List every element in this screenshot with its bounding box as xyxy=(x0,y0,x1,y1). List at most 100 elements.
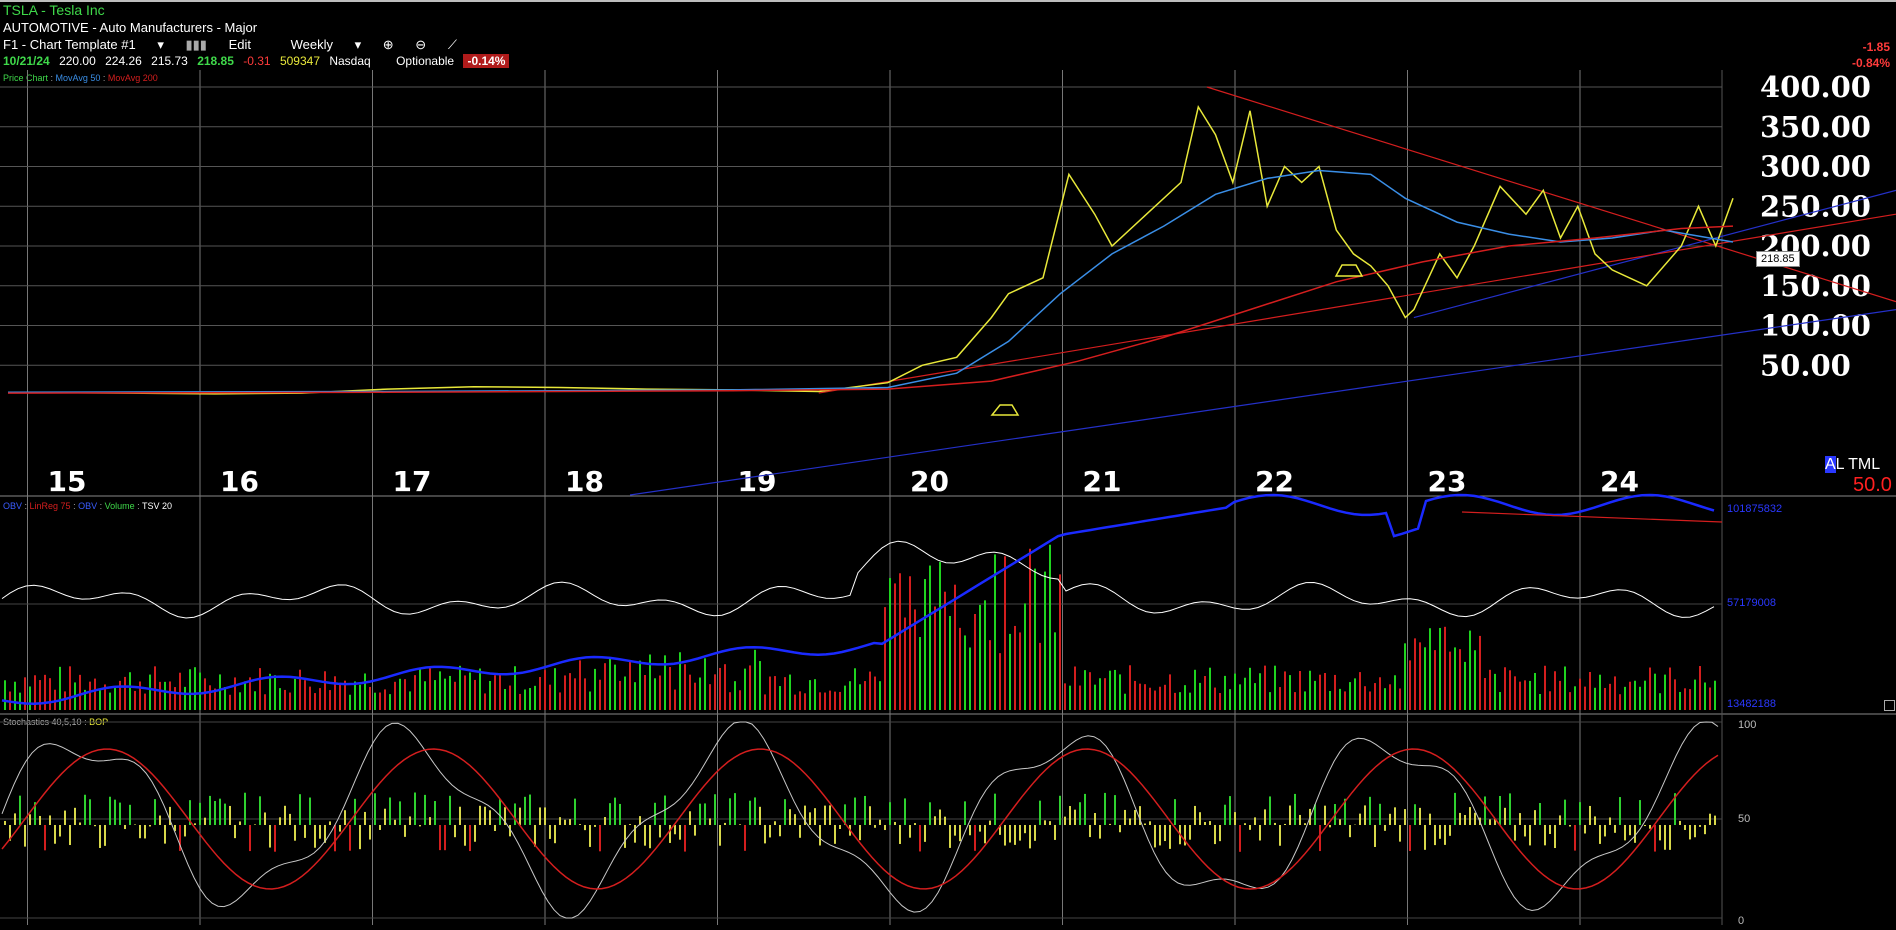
volume-bar xyxy=(1674,679,1676,710)
volume-bar xyxy=(414,675,416,710)
volume-bar xyxy=(409,691,411,710)
volume-bar xyxy=(1454,647,1456,710)
bop-bar xyxy=(449,795,451,825)
bop-bar xyxy=(154,799,156,825)
volume-bar xyxy=(1544,665,1546,710)
volume-bar xyxy=(64,691,66,710)
bop-bar xyxy=(764,825,766,844)
bop-bar xyxy=(889,802,891,825)
bop-bar xyxy=(684,825,686,852)
volume-bar xyxy=(1134,680,1136,710)
volume-bar xyxy=(974,613,976,710)
volume-bar xyxy=(634,682,636,710)
y-tick-label: 150.00 xyxy=(1760,269,1871,303)
x-tick-label: 19 xyxy=(738,465,777,498)
bop-bar xyxy=(609,803,611,825)
volume-bar xyxy=(1259,673,1261,710)
volume-bar xyxy=(474,679,476,710)
volume-bar xyxy=(714,674,716,710)
volume-bar xyxy=(1619,694,1621,710)
bop-bar xyxy=(1464,815,1466,825)
volume-bar xyxy=(1254,683,1256,710)
bop-bar xyxy=(669,825,671,843)
volume-bar xyxy=(1709,687,1711,710)
volume-bar xyxy=(719,667,721,710)
bop-bar xyxy=(149,825,151,827)
bop-bar xyxy=(814,808,816,825)
bop-bar xyxy=(389,797,391,825)
volume-bar xyxy=(724,664,726,710)
volume-bar xyxy=(44,674,46,710)
bop-bar xyxy=(159,815,161,825)
volume-bar xyxy=(1034,568,1036,710)
volume-bar xyxy=(1344,691,1346,710)
volume-bar xyxy=(1284,671,1286,710)
x-tick-label: 21 xyxy=(1083,465,1122,498)
bop-bar xyxy=(744,825,746,851)
volume-bar xyxy=(594,668,596,710)
bop-bar xyxy=(1104,792,1106,825)
bop-bar xyxy=(909,825,911,838)
volume-bar xyxy=(1309,670,1311,710)
volume-bar xyxy=(1274,665,1276,710)
volume-bar xyxy=(1199,682,1201,710)
volume-bar xyxy=(1089,672,1091,710)
bop-bar xyxy=(614,797,616,825)
volume-bar xyxy=(384,689,386,710)
volume-bar xyxy=(624,676,626,710)
volume-bar xyxy=(199,672,201,710)
volume-bar xyxy=(179,672,181,710)
volume-bar xyxy=(1129,665,1131,710)
bop-bar xyxy=(139,825,141,839)
bop-bar xyxy=(1544,825,1546,846)
volume-bar xyxy=(689,674,691,710)
volume-bar xyxy=(1654,673,1656,710)
bop-bar xyxy=(799,825,801,838)
bop-bar xyxy=(104,825,106,846)
bop-bar xyxy=(1329,825,1331,828)
volume-bar xyxy=(779,686,781,710)
volume-bar xyxy=(834,691,836,710)
volume-bar xyxy=(1139,683,1141,710)
volume-bar xyxy=(1304,691,1306,710)
bop-bar xyxy=(44,825,46,851)
bop-bar xyxy=(829,805,831,825)
volume-bar xyxy=(984,600,986,710)
volume-bar xyxy=(609,658,611,710)
volume-bar xyxy=(809,680,811,710)
bop-bar xyxy=(519,807,521,825)
bop-bar xyxy=(654,802,656,825)
panel-checkbox[interactable] xyxy=(1884,700,1895,711)
bop-bar xyxy=(1564,799,1566,825)
bop-bar xyxy=(394,819,396,825)
bop-bar xyxy=(924,825,926,842)
volume-bar xyxy=(1204,676,1206,710)
volume-bar xyxy=(969,647,971,710)
bop-bar xyxy=(1154,825,1156,848)
stoch-axis-label: 50 xyxy=(1738,813,1750,825)
bop-bar xyxy=(1429,813,1431,825)
volume-bar xyxy=(494,675,496,710)
volume-bar xyxy=(509,685,511,710)
volume-bar xyxy=(849,681,851,710)
volume-bar xyxy=(749,665,751,710)
bop-bar xyxy=(959,825,961,842)
bop-bar xyxy=(379,825,381,830)
bop-bar xyxy=(879,819,881,825)
chart-canvas[interactable]: 15 16 17 18 19 20 21 22 23 24 400.00 350.00 300.00 25… xyxy=(0,0,1896,930)
bop-bar xyxy=(244,792,246,825)
bop-bar xyxy=(939,809,941,825)
volume-bar xyxy=(184,686,186,710)
bop-bar xyxy=(409,816,411,825)
bop-bar xyxy=(1669,825,1671,850)
bop-bar xyxy=(834,825,836,844)
volume-axis-top: 101875832 xyxy=(1727,503,1782,515)
volume-bar xyxy=(794,694,796,710)
volume-bar xyxy=(954,584,956,710)
x-tick-label: 16 xyxy=(220,465,259,498)
bop-bar xyxy=(264,812,266,825)
volume-bar xyxy=(1444,626,1446,710)
bop-bar xyxy=(899,825,901,844)
volume-bar xyxy=(1494,673,1496,710)
bop-bar xyxy=(1284,823,1286,825)
